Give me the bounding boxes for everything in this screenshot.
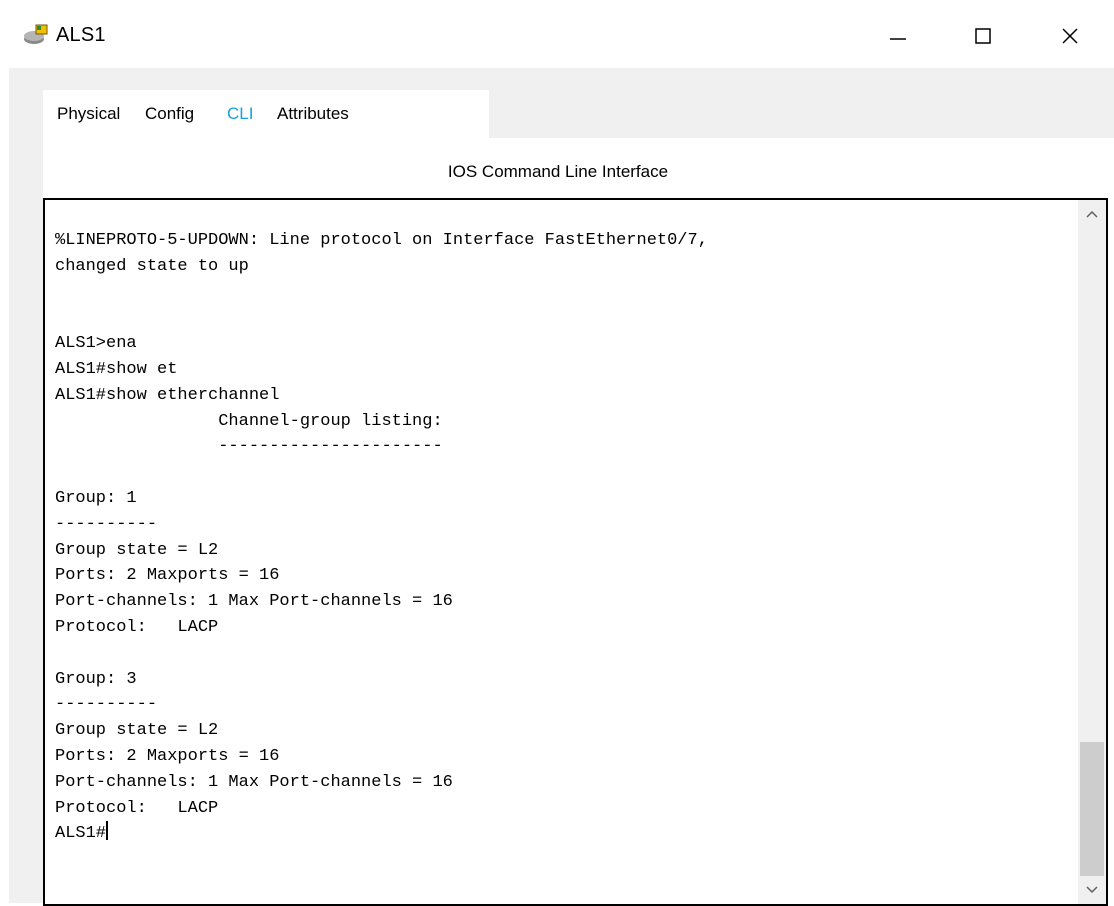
panel-title: IOS Command Line Interface xyxy=(447,162,669,181)
terminal-line: ALS1#show et xyxy=(55,359,178,379)
tab-strip: Physical Config CLI Attributes xyxy=(43,90,489,159)
close-button[interactable] xyxy=(1040,14,1100,58)
terminal-line: ---------- xyxy=(55,695,158,715)
terminal-line: Group state = L2 xyxy=(55,540,219,560)
terminal-line: Ports: 2 Maxports = 16 xyxy=(55,746,280,766)
terminal-line: Channel-group listing: xyxy=(218,411,443,431)
terminal-lines: %LINEPROTO-5-UPDOWN: Line protocol on In… xyxy=(55,231,708,818)
tab-config[interactable]: Config xyxy=(145,104,194,124)
tab-physical[interactable]: Physical xyxy=(57,104,120,124)
scroll-thumb[interactable] xyxy=(1080,742,1104,876)
minimize-button[interactable] xyxy=(868,14,928,58)
terminal-line: Port-channels: 1 Max Port-channels = 16 xyxy=(55,772,453,792)
title-bar: ALS1 xyxy=(0,0,1114,68)
maximize-button[interactable] xyxy=(953,14,1013,58)
cli-panel: IOS Command Line Interface %LINEPROTO-5-… xyxy=(43,138,1114,906)
window-body: Physical Config CLI Attributes IOS Comma… xyxy=(9,68,1114,906)
terminal-line: Group: 1 xyxy=(55,488,137,508)
terminal-line: Ports: 2 Maxports = 16 xyxy=(55,566,280,586)
chevron-down-icon xyxy=(1086,886,1098,894)
terminal-line: Port-channels: 1 Max Port-channels = 16 xyxy=(55,592,453,612)
vertical-scrollbar[interactable] xyxy=(1078,200,1106,904)
maximize-icon xyxy=(975,28,991,44)
terminal-line: ALS1#show etherchannel xyxy=(55,385,280,405)
terminal-line: ALS1>ena xyxy=(55,334,137,354)
terminal-line: %LINEPROTO-5-UPDOWN: Line protocol on In… xyxy=(55,231,708,250)
terminal-line: Protocol: LACP xyxy=(55,798,219,818)
tab-attributes[interactable]: Attributes xyxy=(277,104,349,124)
terminal-output[interactable]: %LINEPROTO-5-UPDOWN: Line protocol on In… xyxy=(55,228,1035,847)
terminal-line: ---------- xyxy=(55,514,158,534)
minimize-icon xyxy=(890,38,906,40)
terminal-line: Protocol: LACP xyxy=(55,617,219,637)
text-cursor xyxy=(106,821,109,841)
close-icon xyxy=(1062,28,1078,44)
terminal-line: Group: 3 xyxy=(55,669,137,689)
chevron-up-icon xyxy=(1086,210,1098,218)
cli-terminal[interactable]: %LINEPROTO-5-UPDOWN: Line protocol on In… xyxy=(43,198,1108,906)
switch-app-icon xyxy=(24,24,48,44)
scroll-down-button[interactable] xyxy=(1078,876,1106,904)
terminal-line: changed state to up xyxy=(55,256,249,276)
terminal-prompt: ALS1# xyxy=(55,824,107,844)
scroll-up-button[interactable] xyxy=(1078,200,1106,228)
tab-cli[interactable]: CLI xyxy=(227,104,253,124)
window-title: ALS1 xyxy=(56,24,106,46)
terminal-line: Group state = L2 xyxy=(55,721,219,741)
terminal-line: ---------------------- xyxy=(218,437,443,457)
